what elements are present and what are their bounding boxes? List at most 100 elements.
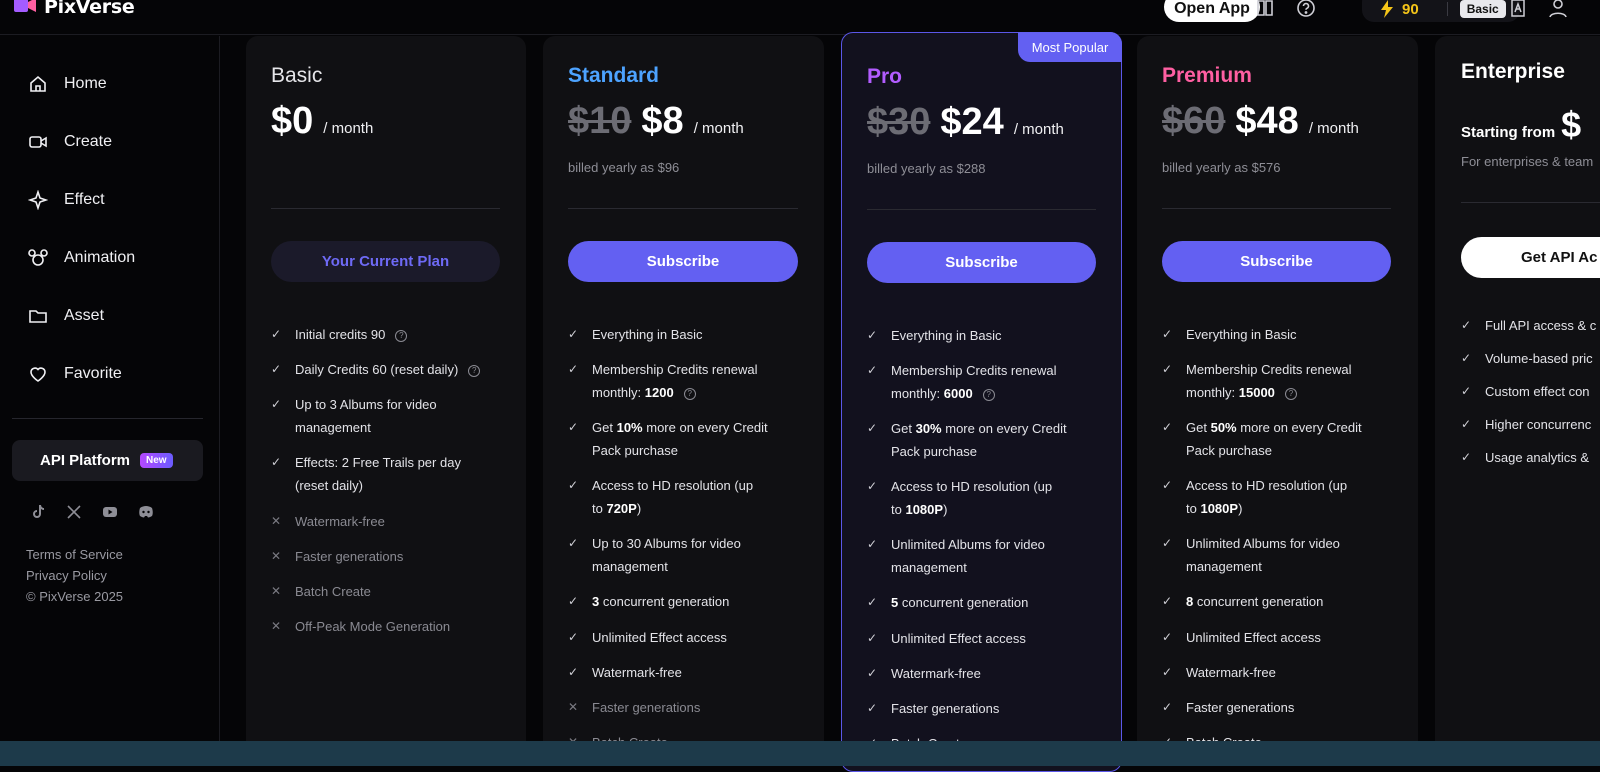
credits-count: 90 [1402, 0, 1419, 18]
mouse-ears-icon [28, 249, 48, 266]
feature-item: ✓ Up to 30 Albums for video management [568, 532, 741, 578]
feature-item: ✓ Access to HD resolution (up to 720P) [568, 474, 753, 520]
logo[interactable]: PixVerse [14, 0, 135, 18]
divider [568, 208, 798, 209]
feature-item-disabled: ✕Batch Create [271, 580, 371, 603]
info-icon[interactable]: ? [1284, 387, 1297, 400]
check-icon: ✓ [867, 328, 878, 342]
feature-item-disabled: ✕ Off-Peak Mode Generation [271, 615, 450, 638]
feature-item: ✓ 3 concurrent generation [568, 590, 729, 613]
check-icon: ✓ [568, 665, 579, 679]
check-icon: ✓ [867, 666, 878, 680]
app-name: PixVerse [44, 0, 135, 18]
divider [867, 209, 1096, 210]
feature-item: ✓ Unlimited Albums for video management [1162, 532, 1340, 578]
check-icon: ✓ [867, 479, 878, 493]
check-icon: ✓ [568, 478, 579, 492]
price: $8 [641, 100, 684, 142]
most-popular-badge: Most Popular [1018, 32, 1122, 62]
plan-badge: Basic [1459, 0, 1506, 18]
get-api-access-button[interactable]: Get API Ac [1461, 237, 1600, 278]
sidebar-item-label: Create [64, 133, 113, 150]
feature-item: ✓ Initial credits 90? [271, 323, 408, 346]
feature-item: ✓ Get 10% more on every Credit Pack purcha… [568, 416, 768, 462]
feature-item: ✓ Membership Credits renewal monthly: 6000… [867, 359, 1056, 405]
feature-item-disabled: ✕ Watermark-free [271, 510, 385, 533]
sidebar-item-effect[interactable]: Effect [28, 190, 105, 210]
feature-item: ✓ 8 concurrent generation [1162, 590, 1323, 613]
sidebar-item-asset[interactable]: Asset [28, 306, 104, 326]
sidebar-item-label: Home [64, 75, 107, 92]
youtube-icon[interactable] [102, 504, 118, 520]
cross-icon: ✕ [271, 584, 282, 598]
billed-note: billed yearly as $288 [867, 161, 986, 176]
check-icon: ✓ [867, 701, 878, 715]
sidebar-item-create[interactable]: Create [28, 132, 112, 152]
cross-icon: ✕ [568, 700, 579, 714]
feature-item: ✓ Everything in Basic [568, 323, 703, 346]
terms-link[interactable]: Terms of Service [26, 544, 123, 565]
cross-icon: ✕ [271, 549, 282, 563]
info-icon[interactable]: ? [683, 387, 696, 400]
plan-title: Premium [1162, 64, 1252, 87]
translate-icon[interactable] [1508, 0, 1528, 18]
price-period: / month [693, 120, 744, 137]
price-row: Starting from $ [1461, 104, 1581, 146]
check-icon: ✓ [1461, 450, 1472, 464]
billed-note: billed yearly as $96 [568, 160, 680, 175]
info-icon[interactable]: ? [982, 388, 995, 401]
feature-item-disabled: ✕ Faster generations [271, 545, 403, 568]
check-icon: ✓ [867, 421, 878, 435]
info-icon[interactable]: ? [395, 329, 408, 342]
check-icon: ✓ [1461, 318, 1472, 332]
credits-indicator[interactable]: 90 Basic [1362, 0, 1520, 22]
plan-title: Standard [568, 64, 660, 87]
feature-item: ✓ Access to HD resolution (up to 1080P) [1162, 474, 1347, 520]
feature-item: ✓ Watermark-free [867, 662, 981, 685]
check-icon: ✓ [271, 362, 282, 376]
feature-item: ✓ Higher concurrenc [1461, 413, 1591, 436]
privacy-link[interactable]: Privacy Policy [26, 565, 123, 586]
os-taskbar [0, 741, 1600, 766]
discord-icon[interactable] [138, 504, 154, 520]
home-icon [30, 75, 46, 92]
enterprise-note: For enterprises & team [1461, 154, 1594, 169]
feature-item: ✓ Access to HD resolution (up to 1080P) [867, 475, 1052, 521]
subscribe-button[interactable]: Subscribe [568, 241, 798, 282]
tiktok-icon[interactable] [30, 504, 46, 520]
api-platform-button[interactable]: API Platform New [12, 440, 203, 481]
check-icon: ✓ [1461, 417, 1472, 431]
check-icon: ✓ [568, 362, 579, 376]
social-links [30, 504, 154, 520]
book-icon[interactable] [1255, 0, 1275, 18]
open-app-button[interactable]: Open App [1164, 0, 1260, 22]
divider [12, 418, 203, 419]
feature-item: ✓ Faster generations [1162, 696, 1294, 719]
check-icon: ✓ [867, 537, 878, 551]
subscribe-button[interactable]: Subscribe [1162, 241, 1391, 282]
check-icon: ✓ [1162, 630, 1173, 644]
divider [271, 208, 500, 209]
check-icon: ✓ [568, 594, 579, 608]
feature-item: ✓ 5 concurrent generation [867, 591, 1028, 614]
divider [1446, 2, 1448, 16]
sidebar-item-animation[interactable]: Animation [28, 248, 135, 268]
feature-item: ✓ Get 30% more on every Credit Pack purcha… [867, 417, 1067, 463]
check-icon: ✓ [1162, 536, 1173, 550]
subscribe-button[interactable]: Subscribe [867, 242, 1096, 283]
sidebar-item-home[interactable]: Home [28, 74, 107, 94]
info-icon[interactable]: ? [468, 364, 481, 377]
sidebar: Home Create Effect Animation Asset Favor… [0, 36, 220, 766]
help-icon[interactable] [1296, 0, 1316, 18]
sidebar-item-favorite[interactable]: Favorite [28, 364, 122, 384]
x-twitter-icon[interactable] [66, 504, 82, 520]
plan-card-basic: Basic $0 / month Your Current Plan ✓ Init… [246, 36, 526, 766]
price-row: $30 $24 / month [867, 101, 1064, 144]
current-plan-button[interactable]: Your Current Plan [271, 241, 500, 282]
feature-item: ✓ Membership Credits renewal monthly: 1200… [568, 358, 757, 404]
check-icon: ✓ [1162, 478, 1173, 492]
user-icon[interactable] [1548, 0, 1568, 18]
price-row: $0 / month [271, 100, 373, 143]
check-icon: ✓ [1461, 351, 1472, 365]
price: $48 [1235, 100, 1299, 142]
